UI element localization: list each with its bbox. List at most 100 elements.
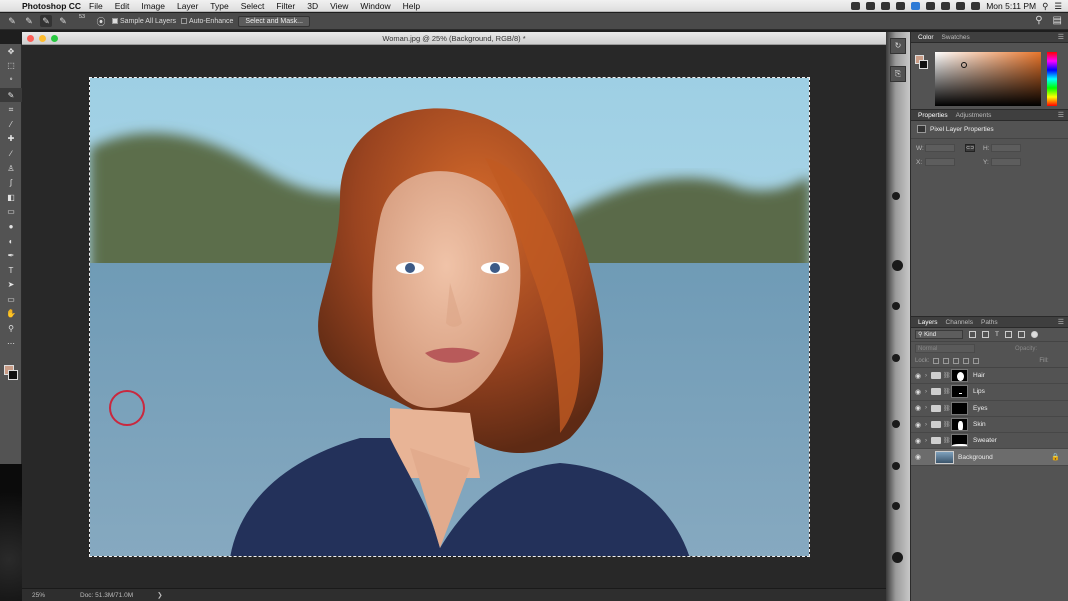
move-tool-icon[interactable]: ✥: [0, 44, 22, 59]
subtract-from-selection-icon[interactable]: ✎: [57, 15, 69, 27]
workspace-icon[interactable]: ▤: [1053, 15, 1062, 26]
layer-mask-thumbnail[interactable]: [951, 434, 968, 448]
tab-adjustments[interactable]: Adjustments: [952, 112, 996, 119]
menu-view[interactable]: View: [330, 1, 348, 11]
gradient-tool-icon[interactable]: ▭: [0, 205, 22, 220]
type-tool-icon[interactable]: T: [0, 263, 22, 278]
eye-icon[interactable]: ◉: [911, 421, 925, 429]
menu-edit[interactable]: Edit: [115, 1, 130, 11]
sample-all-layers-checkbox[interactable]: Sample All Layers: [112, 18, 176, 25]
layer-row-skin[interactable]: ◉ › ⛓ Skin: [911, 417, 1068, 434]
color-field[interactable]: [935, 52, 1041, 106]
menu-window[interactable]: Window: [360, 1, 390, 11]
zoom-tool-icon[interactable]: ⚲: [0, 321, 22, 336]
history-brush-tool-icon[interactable]: ∫: [0, 175, 22, 190]
layer-row-sweater[interactable]: ◉ › ⛓ Sweater: [911, 433, 1068, 450]
menu-layer[interactable]: Layer: [177, 1, 198, 11]
maximize-window-button[interactable]: [51, 35, 58, 42]
layer-row-hair[interactable]: ◉ › ⛓ Hair: [911, 368, 1068, 385]
lock-icon[interactable]: 🔒: [1051, 453, 1060, 461]
layer-row-eyes[interactable]: ◉ › ⛓ Eyes: [911, 401, 1068, 417]
brush-tool-icon[interactable]: ∕: [0, 146, 22, 161]
status-menu-arrow[interactable]: ❯: [157, 591, 162, 599]
lock-all-icon[interactable]: [973, 358, 980, 364]
eraser-tool-icon[interactable]: ◧: [0, 190, 22, 205]
tab-paths[interactable]: Paths: [977, 319, 1002, 326]
eye-icon[interactable]: ◉: [911, 437, 925, 445]
layer-mask-thumbnail[interactable]: [951, 385, 968, 399]
menu-file[interactable]: File: [89, 1, 103, 11]
x-field[interactable]: [925, 158, 955, 166]
camera-icon[interactable]: [851, 2, 861, 10]
blur-tool-icon[interactable]: ●: [0, 219, 22, 234]
clone-stamp-tool-icon[interactable]: ♙: [0, 161, 22, 176]
width-field[interactable]: [925, 144, 955, 152]
layer-mask-thumbnail[interactable]: [951, 369, 968, 383]
zoom-level[interactable]: 25%: [22, 592, 62, 599]
tab-swatches[interactable]: Swatches: [938, 34, 974, 41]
menu-select[interactable]: Select: [241, 1, 265, 11]
menu-help[interactable]: Help: [403, 1, 420, 11]
auto-enhance-checkbox[interactable]: Auto-Enhance: [181, 18, 233, 25]
menu-type[interactable]: Type: [210, 1, 228, 11]
eye-icon[interactable]: ◉: [911, 372, 925, 380]
brush-angle-icon[interactable]: ⦿: [95, 15, 107, 27]
layer-mask-thumbnail[interactable]: [951, 418, 968, 432]
photo-canvas[interactable]: [89, 77, 810, 557]
dropbox-icon[interactable]: [911, 2, 921, 10]
pixel-filter-icon[interactable]: [969, 331, 976, 338]
menu-image[interactable]: Image: [141, 1, 165, 11]
canvas-area[interactable]: [22, 45, 886, 588]
add-to-selection-icon[interactable]: ✎: [40, 15, 52, 27]
adjustment-filter-icon[interactable]: [982, 331, 989, 338]
marquee-tool-icon[interactable]: ⬚: [0, 59, 22, 74]
panel-menu-icon[interactable]: ☰: [1058, 318, 1064, 326]
layer-kind-filter[interactable]: ⚲ Kind: [915, 330, 963, 339]
hand-tool-icon[interactable]: ✋: [0, 307, 22, 322]
layer-row-background[interactable]: ◉ Background 🔒: [911, 449, 1068, 466]
notification-center-icon[interactable]: ☰: [1054, 1, 1062, 12]
new-selection-icon[interactable]: ✎: [23, 15, 35, 27]
crop-tool-icon[interactable]: ⌗: [0, 102, 22, 117]
eye-icon[interactable]: ◉: [911, 388, 925, 396]
more-tools-icon[interactable]: ⋯: [0, 336, 22, 351]
layer-row-lips[interactable]: ◉ › ⛓ Lips: [911, 384, 1068, 401]
tab-properties[interactable]: Properties: [914, 112, 952, 119]
quick-selection-tool-icon[interactable]: ✎: [0, 87, 22, 103]
document-title-bar[interactable]: Woman.jpg @ 25% (Background, RGB/8) *: [22, 32, 886, 45]
search-icon[interactable]: ⚲: [1035, 15, 1042, 26]
eye-icon[interactable]: ◉: [911, 453, 925, 461]
menu-3d[interactable]: 3D: [307, 1, 318, 11]
background-color-swatch[interactable]: [919, 60, 928, 69]
layer-thumbnail[interactable]: [935, 450, 954, 464]
type-filter-icon[interactable]: T: [995, 331, 999, 338]
lasso-tool-icon[interactable]: ᐤ: [0, 73, 22, 88]
y-field[interactable]: [991, 158, 1021, 166]
clock[interactable]: Mon 5:11 PM: [986, 1, 1036, 11]
color-picker-indicator[interactable]: [961, 62, 967, 68]
volume-icon[interactable]: [956, 2, 966, 10]
healing-brush-tool-icon[interactable]: ✚: [0, 132, 22, 147]
layer-mask-thumbnail[interactable]: [951, 401, 968, 415]
spotlight-icon[interactable]: ⚲: [1042, 1, 1048, 12]
eyedropper-tool-icon[interactable]: ⁄: [0, 117, 22, 132]
tab-layers[interactable]: Layers: [914, 319, 942, 326]
smart-object-filter-icon[interactable]: [1017, 331, 1025, 338]
blend-mode-dropdown[interactable]: Normal: [915, 344, 975, 353]
tab-channels[interactable]: Channels: [942, 319, 977, 326]
rectangle-tool-icon[interactable]: ▭: [0, 292, 22, 307]
tab-color[interactable]: Color: [914, 34, 938, 41]
record-icon[interactable]: [881, 2, 891, 10]
filter-toggle-icon[interactable]: [1030, 331, 1038, 338]
dodge-tool-icon[interactable]: ◐: [0, 234, 22, 249]
link-dimensions-icon[interactable]: ⊂⊃: [965, 144, 975, 152]
menu-filter[interactable]: Filter: [276, 1, 295, 11]
close-window-button[interactable]: [27, 35, 34, 42]
panel-menu-icon[interactable]: ☰: [1058, 111, 1064, 119]
quick-selection-tool-preset-icon[interactable]: ✎: [6, 15, 18, 27]
panel-menu-icon[interactable]: ☰: [1058, 33, 1064, 41]
history-panel-icon[interactable]: ↻: [890, 38, 906, 54]
eye-icon[interactable]: ◉: [911, 404, 925, 412]
height-field[interactable]: [991, 144, 1021, 152]
info-panel-icon[interactable]: ⎘: [890, 66, 906, 82]
